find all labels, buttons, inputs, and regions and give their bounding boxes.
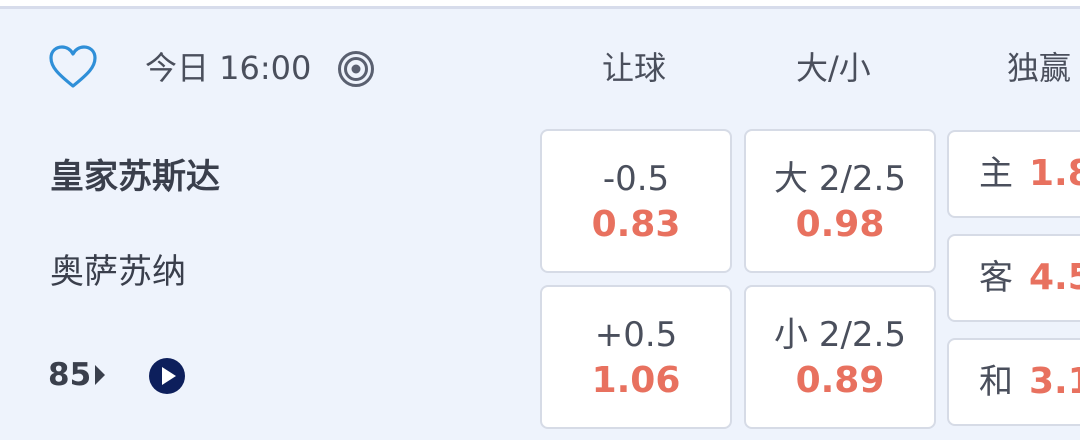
win-away-price: 4.5 — [1029, 257, 1080, 298]
under-line: 小 2/2.5 — [774, 315, 906, 355]
under-price: 0.89 — [795, 360, 885, 401]
more-markets-link[interactable]: 85 — [48, 355, 107, 395]
home-team-name: 皇家苏斯达 — [50, 157, 220, 197]
column-header-handicap: 让球 — [602, 49, 667, 87]
under-odds[interactable]: 小 2/2.5 0.89 — [744, 285, 936, 429]
handicap-home-line: -0.5 — [602, 159, 670, 199]
away-team-name: 奥萨苏纳 — [50, 252, 186, 292]
win-away-odds[interactable]: 客 4.5 — [947, 234, 1080, 322]
match-time: 今日 16:00 — [145, 49, 312, 87]
triangle-right-icon — [95, 365, 106, 385]
column-header-win: 独赢 — [1007, 49, 1072, 87]
play-icon[interactable] — [148, 357, 186, 395]
handicap-away-line: +0.5 — [594, 315, 678, 355]
more-markets-count: 85 — [48, 357, 92, 393]
win-home-price: 1.8 — [1029, 153, 1080, 194]
win-draw-price: 3.1 — [1029, 361, 1080, 402]
win-home-odds[interactable]: 主 1.8 — [947, 130, 1080, 218]
over-line: 大 2/2.5 — [774, 159, 906, 199]
heart-icon[interactable] — [48, 44, 98, 90]
win-home-label: 主 — [979, 154, 1013, 194]
column-header-over-under: 大/小 — [796, 49, 871, 87]
over-odds[interactable]: 大 2/2.5 0.98 — [744, 129, 936, 273]
match-row: 今日 16:00 让球 大/小 独赢 皇家苏斯达 奥萨苏纳 85 -0.5 0.… — [0, 0, 1080, 440]
handicap-away-odds[interactable]: +0.5 1.06 — [540, 285, 732, 429]
win-draw-odds[interactable]: 和 3.1 — [947, 338, 1080, 426]
top-divider — [0, 0, 1080, 9]
handicap-home-price: 0.83 — [591, 204, 681, 245]
target-icon[interactable] — [337, 50, 375, 88]
handicap-home-odds[interactable]: -0.5 0.83 — [540, 129, 732, 273]
win-away-label: 客 — [979, 258, 1013, 298]
over-price: 0.98 — [795, 204, 885, 245]
handicap-away-price: 1.06 — [591, 360, 681, 401]
win-draw-label: 和 — [979, 362, 1013, 402]
